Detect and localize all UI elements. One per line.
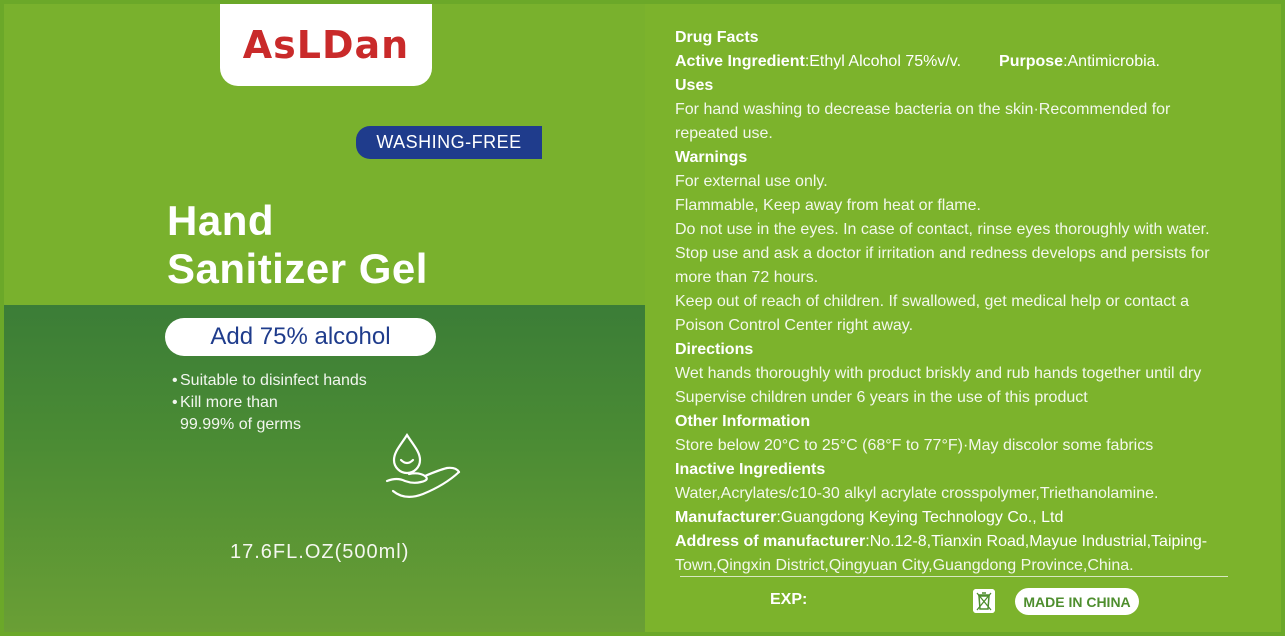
other-info-line: Store below 20°C to 25°C (68°F to 77°F)·… [675,437,1154,454]
hand-droplet-icon [385,432,461,498]
logo-box: AsLDan [220,4,432,86]
product-title-line1: Hand [167,197,274,244]
brand-logo: AsLDan [242,23,410,67]
warning-line: Keep out of reach of children. If swallo… [675,293,1190,310]
warning-line: Flammable, Keep away from heat or flame. [675,197,981,214]
volume-text: 17.6FL.OZ(500ml) [230,541,410,563]
uses-heading: Uses [675,77,714,94]
manufacturer-value: :Guangdong Keying Technology Co., Ltd [776,509,1064,526]
manufacturer-row: Manufacturer :Guangdong Keying Technolog… [675,506,1255,530]
active-label: Active Ingredient [675,53,805,70]
purpose-label: Purpose [999,53,1064,70]
warning-line: more than 72 hours. [675,269,819,286]
active-purpose-row: Active Ingredient :Ethyl Alcohol 75%v/v.… [675,50,1255,74]
inactive-heading: Inactive Ingredients [675,461,826,478]
benefit-list: • Suitable to disinfect hands • Kill more … [172,370,367,436]
uses-line: repeated use. [675,125,773,142]
address-row: Address of manufacturer :No.12-8,Tianxin… [675,530,1255,554]
other-info-heading: Other Information [675,413,811,430]
address-line2: Town,Qingxin District,Qingyuan City,Guan… [675,557,1134,574]
directions-line: Supervise children under 6 years in the … [675,389,1088,406]
warning-line: Poison Control Center right away. [675,317,914,334]
uses-line: For hand washing to decrease bacteria on… [675,101,1171,118]
manufacturer-label: Manufacturer [675,509,777,526]
directions-heading: Directions [675,341,754,358]
warning-line: Do not use in the eyes. In case of conta… [675,221,1210,238]
address-value: :No.12-8,Tianxin Road,Mayue Industrial,T… [865,533,1208,550]
directions-line: Wet hands thoroughly with product briskl… [675,365,1202,382]
benefit-item-continuation: 99.99% of germs [180,416,301,433]
exp-label: EXP: [770,591,808,608]
front-panel: AsLDan WASHING-FREE Hand Sanitizer Gel A… [4,4,645,632]
warning-line: Stop use and ask a doctor if irritation … [675,245,1210,262]
warnings-heading: Warnings [675,149,748,166]
made-in-china-badge: MADE IN CHINA [1015,588,1139,615]
drug-facts: Drug Facts Active Ingredient :Ethyl Alco… [675,26,1255,578]
alcohol-pill: Add 75% alcohol [165,318,436,356]
footer-divider [680,576,1228,577]
benefit-item: • Suitable to disinfect hands [172,370,367,392]
drug-facts-title: Drug Facts [675,29,759,46]
inactive-line: Water,Acrylates/c10-30 alkyl acrylate cr… [675,485,1159,502]
washing-free-badge: WASHING-FREE [356,126,542,159]
purpose-value: :Antimicrobia. [1063,53,1160,70]
active-value: :Ethyl Alcohol 75%v/v. [804,53,962,70]
bullet-dot: • [172,394,178,411]
drug-facts-panel: Drug Facts Active Ingredient :Ethyl Alco… [645,4,1281,632]
product-title: Hand Sanitizer Gel [167,197,428,293]
product-title-line2: Sanitizer Gel [167,245,428,292]
bullet-dot: • [172,372,178,389]
warning-line: For external use only. [675,173,828,190]
address-label: Address of manufacturer [675,533,866,550]
trash-bin-icon [973,589,995,613]
benefit-item: • Kill more than [172,392,367,414]
